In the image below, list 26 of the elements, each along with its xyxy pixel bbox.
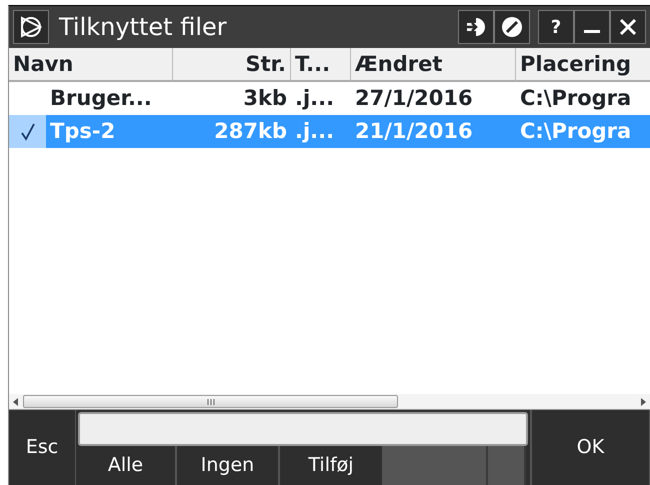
table-cell: .j...: [291, 115, 351, 148]
login-icon[interactable]: [464, 16, 488, 38]
app-logo-icon[interactable]: [13, 10, 49, 44]
table-cell-text: Bruger...: [49, 85, 153, 112]
table-cell-text: .j...: [294, 85, 336, 112]
help-button[interactable]: ?: [538, 10, 574, 44]
window-title: Tilknyttet filer: [59, 12, 228, 43]
scrollbar-thumb[interactable]: [23, 395, 398, 408]
column-header[interactable]: Ændret: [351, 48, 516, 82]
table-cell: Tps-2: [46, 115, 173, 148]
column-header[interactable]: Placering: [516, 48, 650, 82]
table-cell: 287kb: [173, 115, 291, 148]
column-header[interactable]: Str.: [173, 48, 291, 82]
checkmark-icon[interactable]: [20, 122, 34, 140]
table-cell-text: 27/1/2016: [354, 85, 474, 112]
ok-button[interactable]: OK: [530, 410, 650, 485]
scroll-right-icon[interactable]: [640, 398, 646, 406]
forbidden-icon[interactable]: [501, 16, 523, 38]
close-icon[interactable]: [619, 18, 637, 36]
table-cell: 21/1/2016: [351, 115, 516, 148]
table-cell-text: 3kb: [242, 85, 288, 112]
table-cell: C:\Progra: [516, 115, 650, 148]
column-header[interactable]: Navn: [9, 48, 173, 82]
column-header[interactable]: T...: [291, 48, 351, 82]
table-cell-text: C:\Progra: [519, 85, 632, 112]
scroll-left-icon[interactable]: [13, 398, 19, 406]
